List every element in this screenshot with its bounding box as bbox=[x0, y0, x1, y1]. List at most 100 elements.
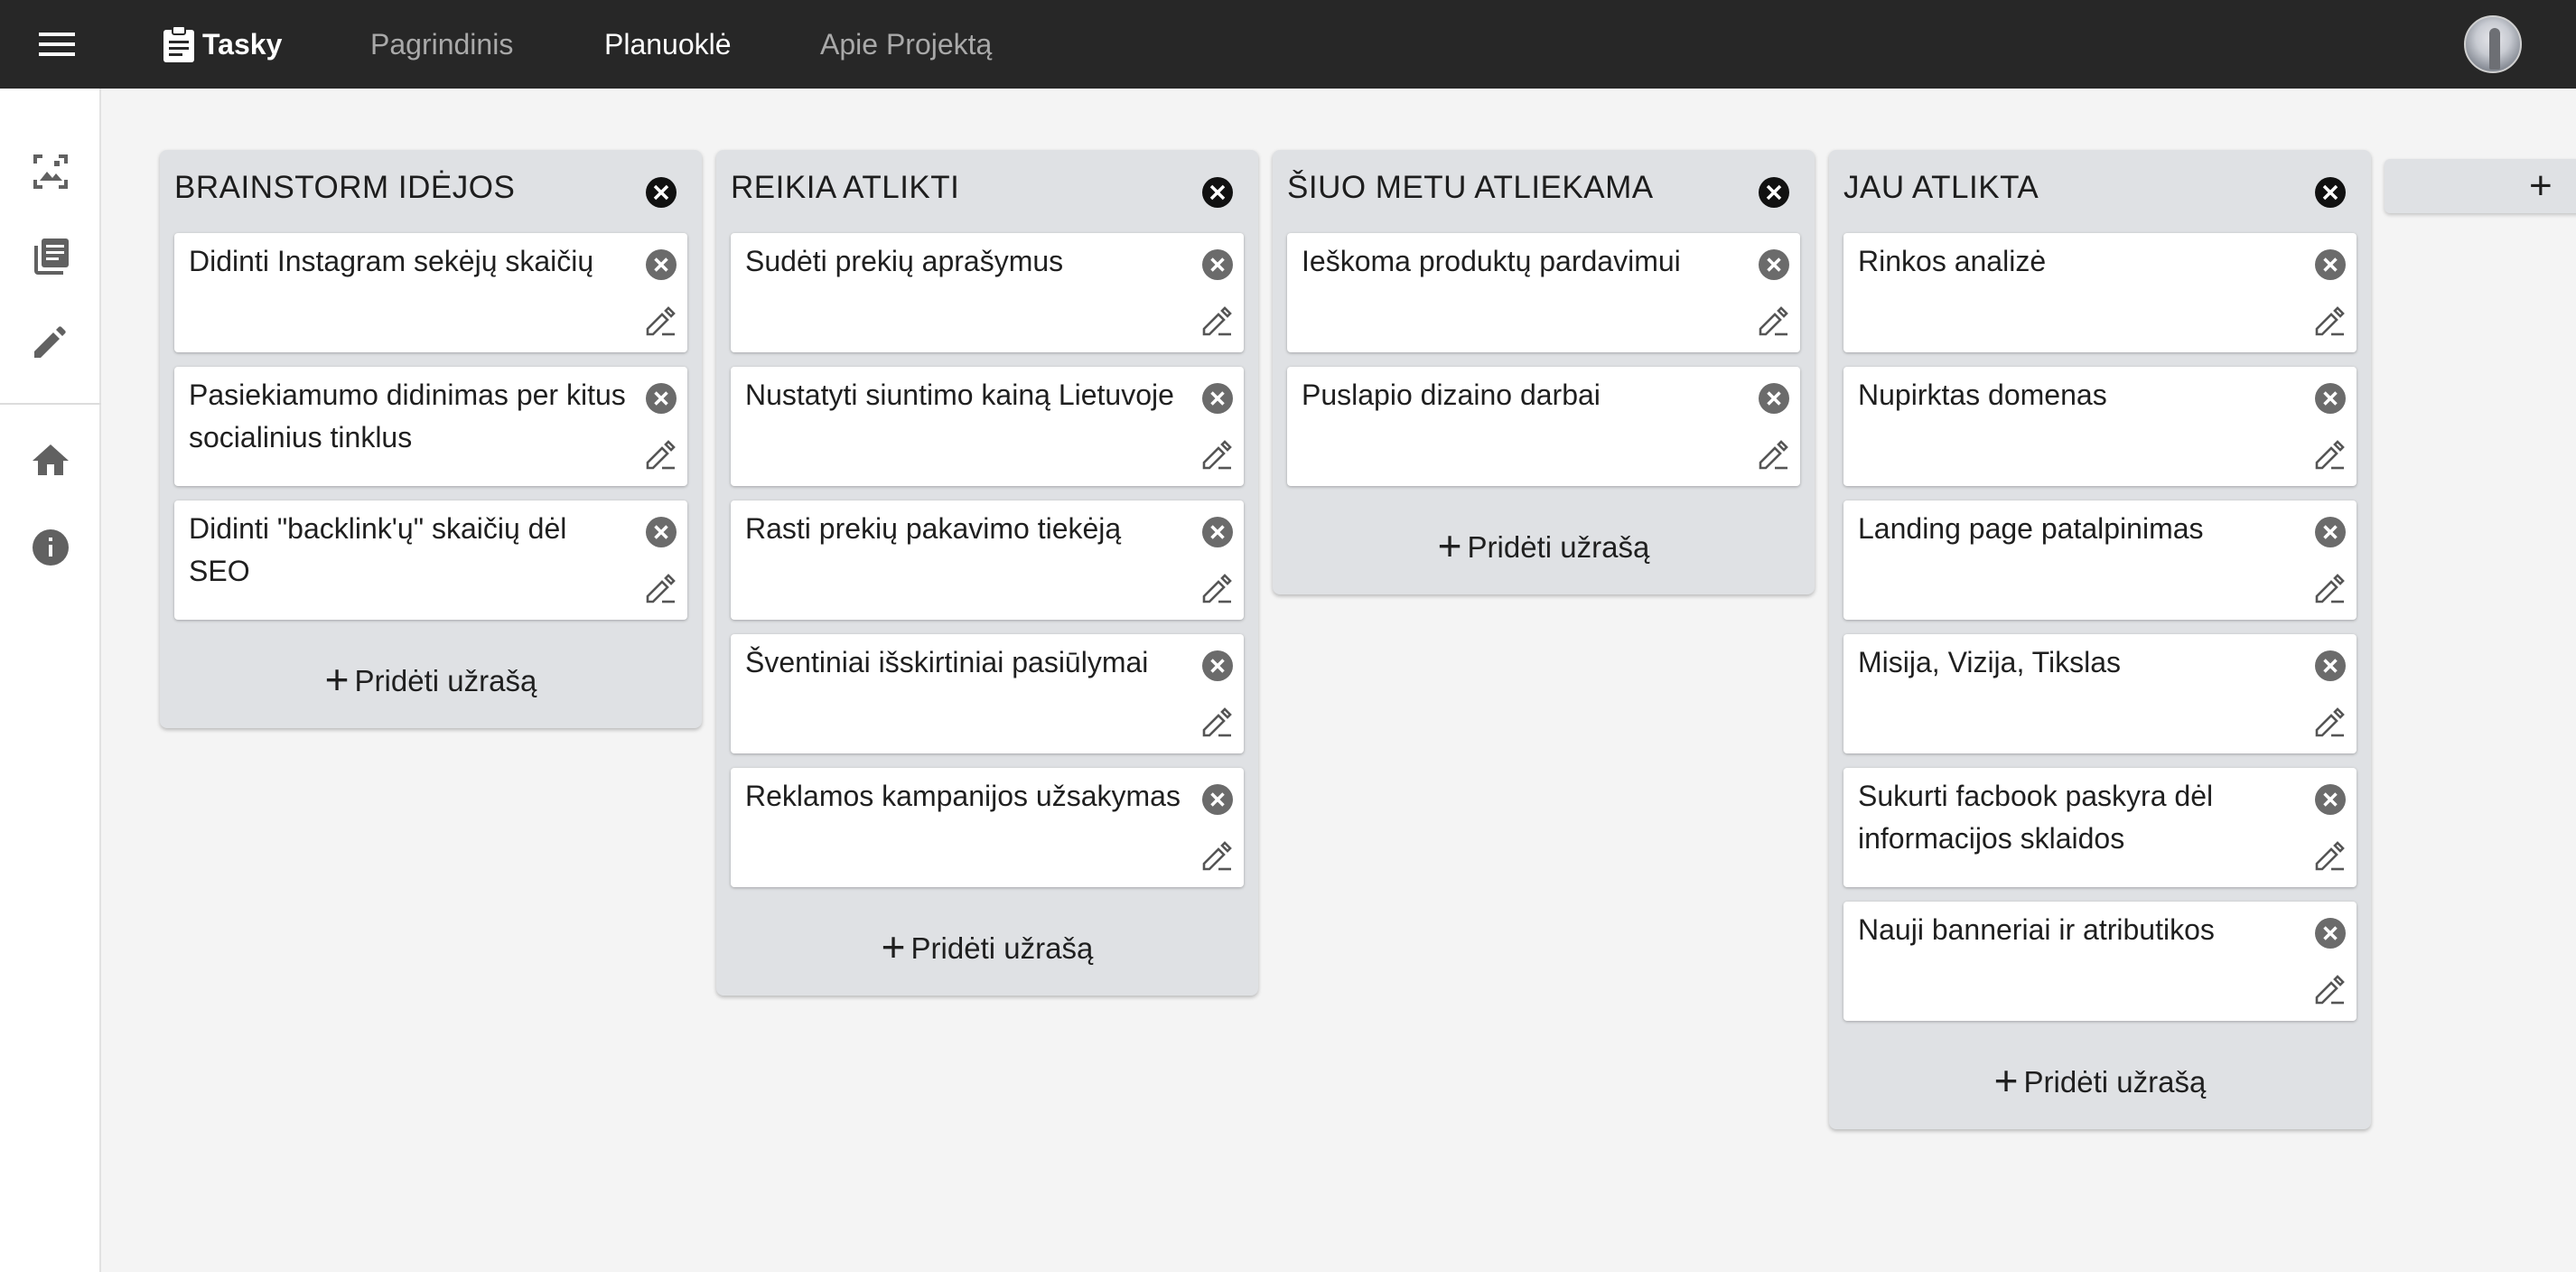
card-delete-icon[interactable] bbox=[644, 381, 678, 416]
task-card-text: Didinti "backlink'ų" skaičių dėl SEO bbox=[189, 512, 567, 587]
card-delete-icon[interactable] bbox=[2313, 649, 2347, 683]
add-note-button[interactable]: + Pridėti užrašą bbox=[160, 634, 702, 728]
plus-icon: + bbox=[324, 656, 350, 703]
sidebar-item-image[interactable] bbox=[27, 148, 74, 195]
board-column-brainstorm: BRAINSTORM IDĖJOS Didinti Instagram sekė… bbox=[160, 150, 702, 728]
column-delete-icon[interactable] bbox=[2313, 175, 2347, 210]
card-delete-icon[interactable] bbox=[2313, 248, 2347, 282]
clipboard-icon bbox=[163, 25, 194, 62]
card-edit-icon[interactable] bbox=[2313, 304, 2347, 338]
add-note-button[interactable]: + Pridėti užrašą bbox=[1829, 1035, 2371, 1129]
task-card[interactable]: Reklamos kampanijos užsakymas bbox=[731, 768, 1244, 887]
column-delete-icon[interactable] bbox=[1757, 175, 1791, 210]
column-delete-icon[interactable] bbox=[1200, 175, 1235, 210]
card-edit-icon[interactable] bbox=[1757, 437, 1791, 472]
app-brand[interactable]: Tasky bbox=[163, 20, 282, 69]
sidebar-item-library[interactable] bbox=[27, 233, 74, 280]
app-title: Tasky bbox=[202, 27, 283, 61]
card-edit-icon[interactable] bbox=[1200, 838, 1235, 873]
add-note-label: Pridėti užrašą bbox=[354, 664, 537, 697]
task-card[interactable]: Nauji banneriai ir atributikos bbox=[1843, 902, 2357, 1021]
card-delete-icon[interactable] bbox=[1200, 381, 1235, 416]
add-column-button[interactable]: + bbox=[2385, 159, 2576, 213]
task-card-text: Reklamos kampanijos užsakymas bbox=[745, 780, 1181, 812]
task-card-text: Didinti Instagram sekėjų skaičių bbox=[189, 245, 594, 277]
card-delete-icon[interactable] bbox=[644, 248, 678, 282]
card-edit-icon[interactable] bbox=[1200, 304, 1235, 338]
task-card[interactable]: Landing page patalpinimas bbox=[1843, 500, 2357, 620]
task-card[interactable]: Didinti "backlink'ų" skaičių dėl SEO bbox=[174, 500, 687, 620]
task-card-text: Rinkos analizė bbox=[1858, 245, 2047, 277]
task-card[interactable]: Didinti Instagram sekėjų skaičių bbox=[174, 233, 687, 352]
nav-link-apie-projekta[interactable]: Apie Projektą bbox=[820, 23, 992, 65]
nav-link-pagrindinis[interactable]: Pagrindinis bbox=[370, 23, 513, 65]
card-edit-icon[interactable] bbox=[2313, 972, 2347, 1006]
plus-icon: + bbox=[1437, 522, 1462, 569]
task-card[interactable]: Sudėti prekių aprašymus bbox=[731, 233, 1244, 352]
nav-link-planuokle[interactable]: Planuoklė bbox=[604, 23, 732, 65]
sidebar-item-info[interactable] bbox=[27, 524, 74, 571]
pencil-icon bbox=[34, 326, 66, 358]
card-edit-icon[interactable] bbox=[2313, 838, 2347, 873]
card-edit-icon[interactable] bbox=[644, 571, 678, 605]
add-note-label: Pridėti užrašą bbox=[1467, 530, 1650, 564]
card-delete-icon[interactable] bbox=[1200, 248, 1235, 282]
top-app-bar: Tasky Pagrindinis Planuoklė Apie Projekt… bbox=[0, 0, 2576, 89]
task-card-text: Šventiniai išskirtiniai pasiūlymai bbox=[745, 646, 1149, 678]
column-delete-icon[interactable] bbox=[644, 175, 678, 210]
task-card[interactable]: Pasiekiamumo didinimas per kitus sociali… bbox=[174, 367, 687, 486]
card-delete-icon[interactable] bbox=[1200, 515, 1235, 549]
user-avatar[interactable] bbox=[2464, 15, 2522, 73]
card-edit-icon[interactable] bbox=[2313, 437, 2347, 472]
card-edit-icon[interactable] bbox=[644, 437, 678, 472]
task-card-text: Nustatyti siuntimo kainą Lietuvoje bbox=[745, 379, 1174, 411]
card-edit-icon[interactable] bbox=[1757, 304, 1791, 338]
task-card-text: Rasti prekių pakavimo tiekėją bbox=[745, 512, 1122, 545]
task-card[interactable]: Rinkos analizė bbox=[1843, 233, 2357, 352]
task-card-text: Nauji banneriai ir atributikos bbox=[1858, 913, 2215, 946]
card-delete-icon[interactable] bbox=[2313, 515, 2347, 549]
card-edit-icon[interactable] bbox=[1200, 705, 1235, 739]
add-note-label: Pridėti užrašą bbox=[910, 931, 1094, 965]
card-edit-icon[interactable] bbox=[2313, 705, 2347, 739]
card-edit-icon[interactable] bbox=[1200, 437, 1235, 472]
side-navigation bbox=[0, 89, 101, 1272]
card-edit-icon[interactable] bbox=[1200, 571, 1235, 605]
card-delete-icon[interactable] bbox=[644, 515, 678, 549]
image-frame-icon bbox=[33, 154, 68, 189]
column-title: ŠIUO METU ATLIEKAMA bbox=[1287, 170, 1654, 205]
task-card-text: Puslapio dizaino darbai bbox=[1302, 379, 1601, 411]
add-note-button[interactable]: + Pridėti užrašą bbox=[716, 902, 1258, 996]
card-edit-icon[interactable] bbox=[644, 304, 678, 338]
sidebar-item-home[interactable] bbox=[27, 437, 74, 484]
task-card-text: Sudėti prekių aprašymus bbox=[745, 245, 1064, 277]
plus-icon: + bbox=[1993, 1057, 2019, 1104]
task-card[interactable]: Ieškoma produktų pardavimui bbox=[1287, 233, 1800, 352]
task-card[interactable]: Šventiniai išskirtiniai pasiūlymai bbox=[731, 634, 1244, 753]
hamburger-menu-button[interactable] bbox=[36, 24, 78, 64]
sidebar-item-edit[interactable] bbox=[27, 318, 74, 365]
task-card-text: Ieškoma produktų pardavimui bbox=[1302, 245, 1681, 277]
board-column-in-progress: ŠIUO METU ATLIEKAMA Ieškoma produktų par… bbox=[1273, 150, 1815, 594]
card-delete-icon[interactable] bbox=[1757, 381, 1791, 416]
card-delete-icon[interactable] bbox=[1200, 649, 1235, 683]
task-card[interactable]: Nustatyti siuntimo kainą Lietuvoje bbox=[731, 367, 1244, 486]
menu-icon bbox=[39, 33, 75, 56]
task-card-text: Misija, Vizija, Tikslas bbox=[1858, 646, 2122, 678]
card-delete-icon[interactable] bbox=[1757, 248, 1791, 282]
card-delete-icon[interactable] bbox=[2313, 381, 2347, 416]
task-card-text: Pasiekiamumo didinimas per kitus sociali… bbox=[189, 379, 626, 454]
card-edit-icon[interactable] bbox=[2313, 571, 2347, 605]
board-column-todo: REIKIA ATLIKTI Sudėti prekių aprašymus N… bbox=[716, 150, 1258, 996]
card-delete-icon[interactable] bbox=[2313, 916, 2347, 950]
card-delete-icon[interactable] bbox=[1200, 782, 1235, 817]
task-card[interactable]: Sukurti facbook paskyra dėl informacijos… bbox=[1843, 768, 2357, 887]
task-card-text: Landing page patalpinimas bbox=[1858, 512, 2204, 545]
column-title: JAU ATLIKTA bbox=[1843, 170, 2039, 205]
task-card[interactable]: Rasti prekių pakavimo tiekėją bbox=[731, 500, 1244, 620]
task-card[interactable]: Nupirktas domenas bbox=[1843, 367, 2357, 486]
task-card[interactable]: Misija, Vizija, Tikslas bbox=[1843, 634, 2357, 753]
add-note-button[interactable]: + Pridėti užrašą bbox=[1273, 500, 1815, 594]
card-delete-icon[interactable] bbox=[2313, 782, 2347, 817]
task-card[interactable]: Puslapio dizaino darbai bbox=[1287, 367, 1800, 486]
